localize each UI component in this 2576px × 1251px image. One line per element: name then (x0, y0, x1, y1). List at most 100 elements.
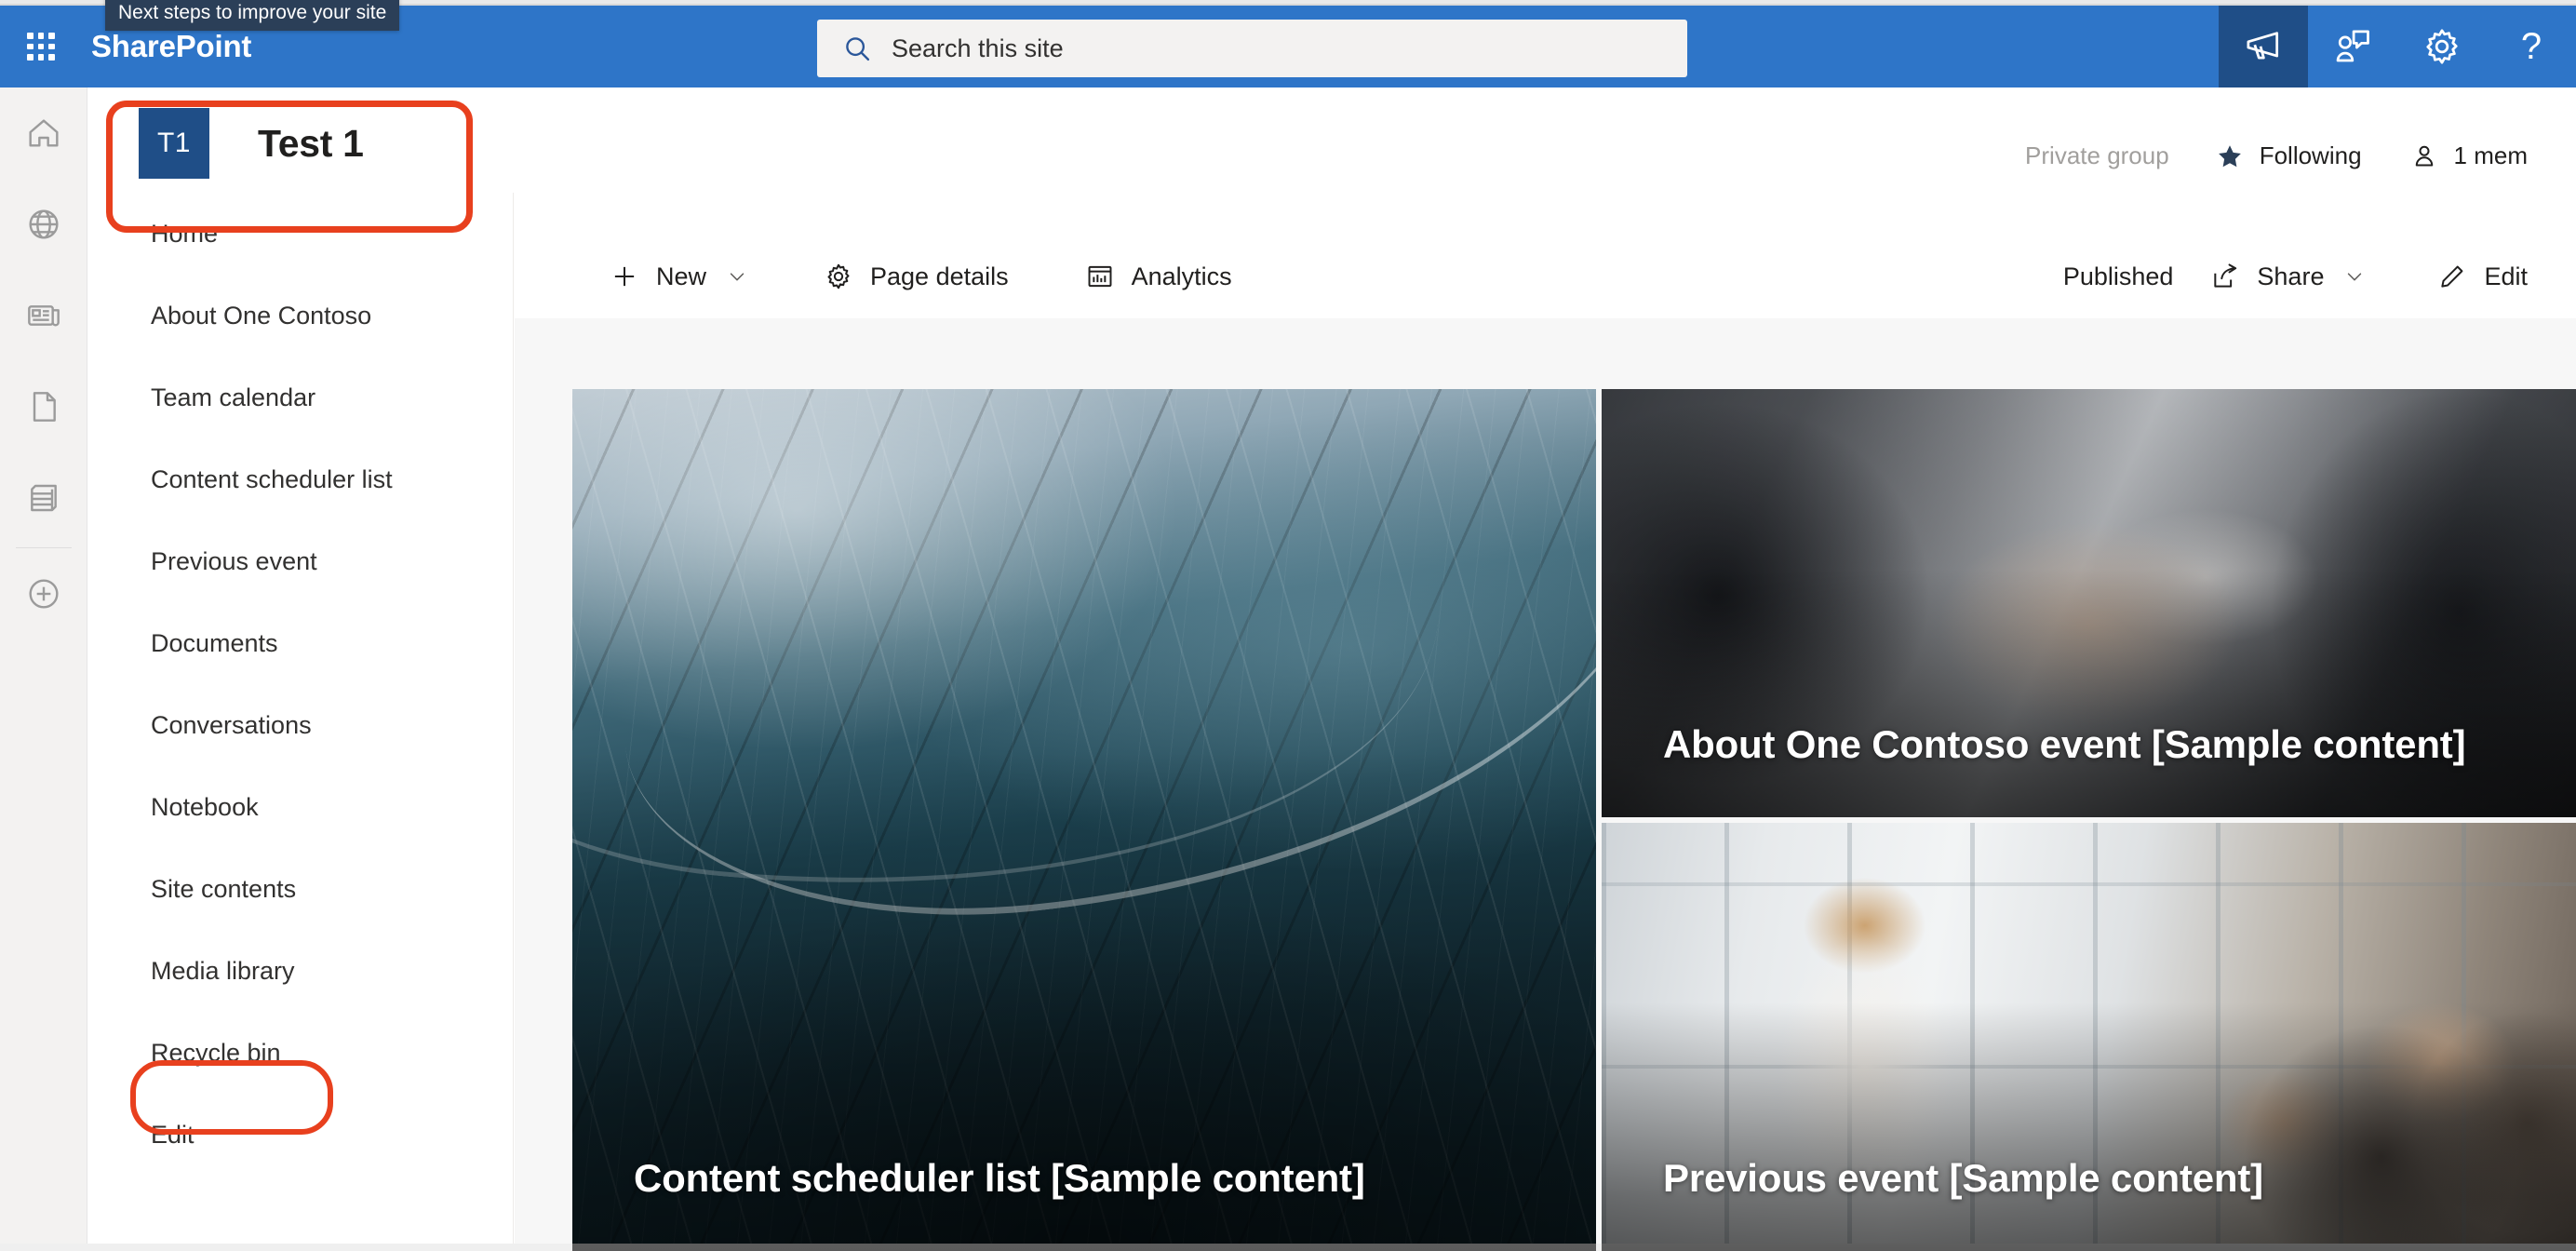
page-details-label: Page details (870, 262, 1009, 290)
person-icon (2415, 145, 2433, 166)
waffle-dot (48, 43, 55, 50)
app-launcher-waffle-icon[interactable] (20, 26, 61, 67)
site-navigation: Home About One Contoso Team calendar Con… (88, 193, 514, 1251)
nav-item-label: Previous event (151, 546, 317, 575)
list-stack-icon (31, 484, 57, 512)
nav-item-label: Content scheduler list (151, 464, 393, 493)
waffle-dot (27, 54, 34, 61)
following-label: Following (2259, 141, 2362, 169)
nav-item-recycle-bin[interactable]: Recycle bin (88, 1012, 513, 1094)
chevron-down-icon (730, 273, 745, 281)
waffle-dot (37, 43, 45, 50)
rail-item-my-sites[interactable] (0, 179, 87, 270)
following-button[interactable]: Following (2216, 141, 2362, 170)
bar-chart-icon (1088, 265, 1112, 288)
waffle-dot (27, 33, 34, 39)
hero-tile-previous-event[interactable]: Previous event [Sample content] (1602, 823, 2576, 1251)
rail-item-news[interactable] (0, 270, 87, 361)
waffle-dot (27, 43, 34, 50)
nav-item-notebook[interactable]: Notebook (88, 766, 513, 848)
plus-icon (614, 266, 635, 287)
sharepoint-site-page: SharePoint Search this site ? Next steps… (0, 0, 2576, 1251)
analytics-label: Analytics (1131, 262, 1232, 290)
new-label: New (656, 262, 707, 290)
site-logo: T1 (139, 108, 209, 179)
members-label: 1 mem (2453, 141, 2528, 169)
nav-item-site-contents[interactable]: Site contents (88, 848, 513, 930)
question-mark-icon: ? (2520, 26, 2542, 67)
rail-item-home[interactable] (0, 87, 87, 179)
nav-item-home[interactable]: Home (88, 193, 513, 275)
site-identity[interactable]: T1 Test 1 (139, 108, 364, 179)
command-bar: New Page details Analytics Published Sha… (515, 235, 2576, 318)
hero-webpart: Content scheduler list [Sample content] … (572, 389, 2576, 1251)
rail-item-create[interactable] (0, 548, 87, 639)
waffle-dot (48, 54, 55, 61)
plus-circle-icon (29, 579, 59, 609)
rail-item-lists[interactable] (0, 452, 87, 544)
nav-item-about-one-contoso[interactable]: About One Contoso (88, 275, 513, 356)
help-button[interactable]: ? (2487, 6, 2576, 87)
new-button[interactable]: New (589, 235, 768, 318)
nav-item-media-library[interactable]: Media library (88, 930, 513, 1012)
home-icon (29, 119, 59, 147)
nav-item-documents[interactable]: Documents (88, 602, 513, 684)
nav-item-content-scheduler-list[interactable]: Content scheduler list (88, 438, 513, 520)
gear-icon (827, 263, 850, 289)
announcements-button[interactable] (2219, 6, 2308, 87)
waffle-dot (37, 33, 45, 39)
nav-item-previous-event[interactable]: Previous event (88, 520, 513, 602)
nav-item-label: Notebook (151, 792, 259, 821)
edit-label: Edit (2484, 262, 2528, 290)
nav-item-team-calendar[interactable]: Team calendar (88, 356, 513, 438)
share-button[interactable]: Share (2190, 235, 2385, 318)
page-title: Test 1 (258, 121, 364, 165)
hero-column-left: Content scheduler list [Sample content] (572, 389, 1596, 1251)
suite-bar: SharePoint Search this site ? Next steps… (0, 0, 2576, 87)
command-bar-left: New Page details Analytics (589, 235, 1253, 318)
command-bar-right: Published Share Edit (2063, 235, 2576, 318)
waffle-dot (37, 54, 45, 61)
edit-button[interactable]: Edit (2417, 235, 2576, 318)
hero-tile-about-one-contoso-event[interactable]: About One Contoso event [Sample content] (1602, 389, 2576, 817)
search-input[interactable]: Search this site (817, 20, 1687, 77)
share-label: Share (2257, 262, 2325, 290)
nav-item-label: Recycle bin (151, 1038, 281, 1067)
hero-tile-title: Content scheduler list [Sample content] (634, 1155, 1365, 1200)
nav-item-label: Edit (151, 1120, 195, 1149)
page-canvas: Content scheduler list [Sample content] … (515, 318, 2576, 1251)
nav-item-label: Team calendar (151, 383, 316, 411)
pencil-icon (2441, 265, 2463, 288)
hero-tile-content-scheduler-list[interactable]: Content scheduler list [Sample content] (572, 389, 1596, 1251)
document-icon (33, 392, 56, 422)
status-badge: Published (2062, 262, 2174, 290)
nav-item-label: Conversations (151, 710, 312, 739)
hero-tile-title: Previous event [Sample content] (1663, 1155, 2263, 1200)
app-rail (0, 87, 87, 1251)
nav-item-label: Home (151, 219, 219, 248)
news-icon (28, 305, 60, 327)
hero-tile-title: About One Contoso event [Sample content] (1663, 721, 2466, 766)
megaphone-icon (2247, 32, 2279, 60)
tooltip-next-steps: Next steps to improve your site (105, 0, 400, 31)
nav-item-label: Documents (151, 628, 278, 657)
members-button[interactable]: 1 mem (2410, 141, 2528, 170)
analytics-button[interactable]: Analytics (1065, 235, 1253, 318)
nav-item-label: Site contents (151, 874, 297, 903)
chevron-down-icon (2348, 273, 2362, 281)
feedback-button[interactable] (2308, 6, 2397, 87)
search-icon (846, 37, 870, 61)
rail-item-files[interactable] (0, 361, 87, 452)
privacy-label: Private group (2025, 141, 2169, 169)
settings-button[interactable] (2397, 6, 2487, 87)
star-filled-icon (2218, 144, 2241, 167)
page-details-button[interactable]: Page details (803, 235, 1029, 318)
waffle-dot (48, 33, 55, 39)
globe-icon (29, 209, 59, 239)
hero-column-right: About One Contoso event [Sample content]… (1602, 389, 2576, 1251)
nav-item-conversations[interactable]: Conversations (88, 684, 513, 766)
nav-item-edit[interactable]: Edit (88, 1094, 513, 1176)
nav-item-label: Media library (151, 956, 295, 985)
gear-icon (2426, 29, 2458, 64)
nav-item-label: About One Contoso (151, 301, 372, 330)
